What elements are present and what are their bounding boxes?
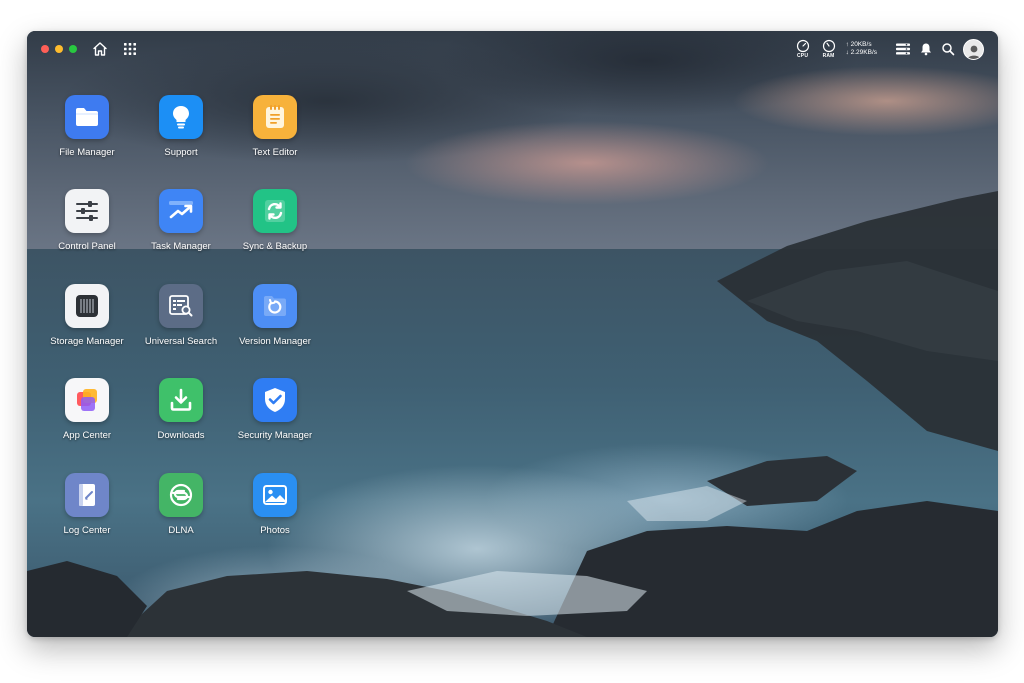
window-controls xyxy=(41,45,77,53)
search-doc-icon xyxy=(159,284,203,328)
history-folder-icon xyxy=(253,284,297,328)
app-label: Universal Search xyxy=(144,336,218,347)
app-label: DLNA xyxy=(168,525,194,536)
app-label: Downloads xyxy=(157,430,205,441)
download-rate: ↓ 2.29KB/s xyxy=(845,49,877,56)
app-dlna[interactable]: DLNA xyxy=(131,473,231,536)
shield-check-icon xyxy=(253,378,297,422)
app-label: Log Center xyxy=(63,525,111,536)
app-text-editor[interactable]: Text Editor xyxy=(225,95,325,158)
app-label: Text Editor xyxy=(252,147,298,158)
notepad-icon xyxy=(253,95,297,139)
app-version-manager[interactable]: Version Manager xyxy=(225,284,325,347)
app-label: Version Manager xyxy=(239,336,311,347)
dlna-icon xyxy=(159,473,203,517)
status-area: CPU RAM ↑ 20KB/s ↓ 2.29KB/s xyxy=(794,38,984,60)
app-support[interactable]: Support xyxy=(131,95,231,158)
app-file-manager[interactable]: File Manager xyxy=(37,95,137,158)
lightbulb-icon xyxy=(159,95,203,139)
sliders-icon xyxy=(65,189,109,233)
app-label: Support xyxy=(164,147,198,158)
app-log-center[interactable]: Log Center xyxy=(37,473,137,536)
log-icon xyxy=(65,473,109,517)
app-label: Task Manager xyxy=(151,241,211,252)
download-icon xyxy=(159,378,203,422)
folder-icon xyxy=(65,95,109,139)
upload-rate: ↑ 20KB/s xyxy=(845,41,872,48)
gauge-icon xyxy=(796,39,809,53)
photo-icon xyxy=(253,473,297,517)
cpu-label: CPU xyxy=(796,53,809,59)
maximize-button[interactable] xyxy=(69,45,77,53)
app-label: Storage Manager xyxy=(50,336,124,347)
app-label: Photos xyxy=(260,525,290,536)
app-label: App Center xyxy=(62,430,112,441)
app-security-manager[interactable]: Security Manager xyxy=(225,378,325,441)
minimize-button[interactable] xyxy=(55,45,63,53)
search-icon[interactable] xyxy=(941,42,955,56)
app-storage-manager[interactable]: Storage Manager xyxy=(37,284,137,347)
app-app-center[interactable]: App Center xyxy=(37,378,137,441)
ram-label: RAM xyxy=(822,53,835,59)
app-center-icon xyxy=(65,378,109,422)
widgets-icon[interactable] xyxy=(895,42,911,56)
drive-icon xyxy=(65,284,109,328)
top-bar: CPU RAM ↑ 20KB/s ↓ 2.29KB/s xyxy=(27,31,998,67)
bell-icon[interactable] xyxy=(919,42,933,56)
sync-icon xyxy=(253,189,297,233)
app-downloads[interactable]: Downloads xyxy=(131,378,231,441)
grid-icon[interactable] xyxy=(121,40,139,58)
app-universal-search[interactable]: Universal Search xyxy=(131,284,231,347)
close-button[interactable] xyxy=(41,45,49,53)
trend-icon xyxy=(159,189,203,233)
app-control-panel[interactable]: Control Panel xyxy=(37,189,137,252)
app-task-manager[interactable]: Task Manager xyxy=(131,189,231,252)
app-label: Sync & Backup xyxy=(242,241,308,252)
desktop-window: CPU RAM ↑ 20KB/s ↓ 2.29KB/s File Manager… xyxy=(27,31,998,637)
network-speed[interactable]: ↑ 20KB/s ↓ 2.29KB/s xyxy=(846,41,877,57)
app-sync-backup[interactable]: Sync & Backup xyxy=(225,189,325,252)
app-label: Control Panel xyxy=(58,241,116,252)
app-label: Security Manager xyxy=(237,430,313,441)
home-icon[interactable] xyxy=(91,40,109,58)
app-photos[interactable]: Photos xyxy=(225,473,325,536)
cpu-meter[interactable]: CPU xyxy=(794,39,812,59)
app-label: File Manager xyxy=(59,147,115,158)
avatar[interactable] xyxy=(963,38,984,60)
ram-meter[interactable]: RAM xyxy=(820,39,838,59)
user-icon xyxy=(967,45,980,59)
gauge-icon xyxy=(822,39,835,53)
